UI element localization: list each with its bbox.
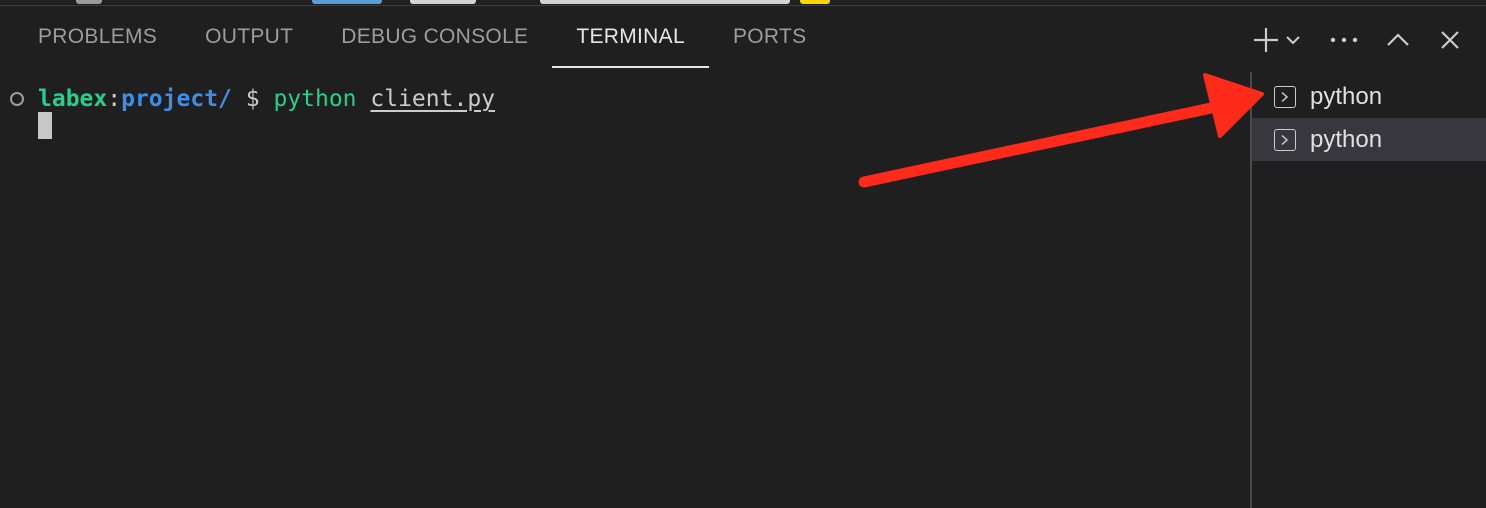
- tab-label: PROBLEMS: [38, 25, 158, 48]
- tab-label: OUTPUT: [205, 25, 294, 48]
- tab-output[interactable]: OUTPUT: [181, 6, 317, 68]
- tab-debug-console[interactable]: DEBUG CONSOLE: [317, 6, 552, 68]
- terminal-icon: [1274, 85, 1296, 108]
- close-panel-button[interactable]: [1432, 22, 1468, 58]
- chevron-down-icon: [1286, 36, 1300, 45]
- command-argument-link[interactable]: client.py: [370, 86, 495, 112]
- tab-label: DEBUG CONSOLE: [341, 25, 529, 48]
- tab-label: PORTS: [732, 25, 807, 48]
- command-name: python: [273, 86, 357, 112]
- maximize-panel-button[interactable]: [1380, 22, 1416, 58]
- tab-terminal[interactable]: TERMINAL: [552, 6, 709, 68]
- terminal-list: python python: [1252, 75, 1486, 161]
- terminal-cursor: [38, 112, 52, 139]
- tab-ports[interactable]: PORTS: [709, 6, 830, 68]
- terminal-list-item-label: python: [1310, 125, 1383, 153]
- prompt-colon: :: [107, 86, 122, 112]
- prompt-path: project/: [121, 86, 232, 112]
- close-icon: [1441, 31, 1459, 49]
- tab-label: TERMINAL: [576, 25, 685, 48]
- vscode-panel: PROBLEMS OUTPUT DEBUG CONSOLE TERMINAL P…: [0, 0, 1486, 508]
- plus-icon: [1254, 28, 1278, 52]
- prompt-user: labex: [38, 86, 108, 112]
- new-terminal-button[interactable]: [1250, 22, 1282, 58]
- terminal-list-item[interactable]: python: [1252, 75, 1486, 118]
- more-actions-button[interactable]: [1326, 22, 1362, 58]
- terminal-icon: [1274, 128, 1296, 151]
- prompt-line: labex: project/ $ python client.py: [10, 84, 495, 114]
- ellipsis-icon: [1330, 37, 1358, 43]
- prompt-dollar: $: [231, 86, 274, 112]
- terminal-profile-dropdown[interactable]: [1282, 22, 1304, 58]
- panel-actions: [1250, 20, 1468, 60]
- terminal-list-item-label: python: [1310, 82, 1383, 110]
- panel-tabs: PROBLEMS OUTPUT DEBUG CONSOLE TERMINAL P…: [14, 6, 830, 68]
- chevron-up-icon: [1387, 33, 1409, 46]
- terminal-list-item[interactable]: python: [1252, 118, 1486, 161]
- terminal-output[interactable]: labex: project/ $ python client.py: [0, 72, 1250, 508]
- command-status-circle-icon[interactable]: [10, 92, 24, 106]
- tab-problems[interactable]: PROBLEMS: [14, 6, 181, 68]
